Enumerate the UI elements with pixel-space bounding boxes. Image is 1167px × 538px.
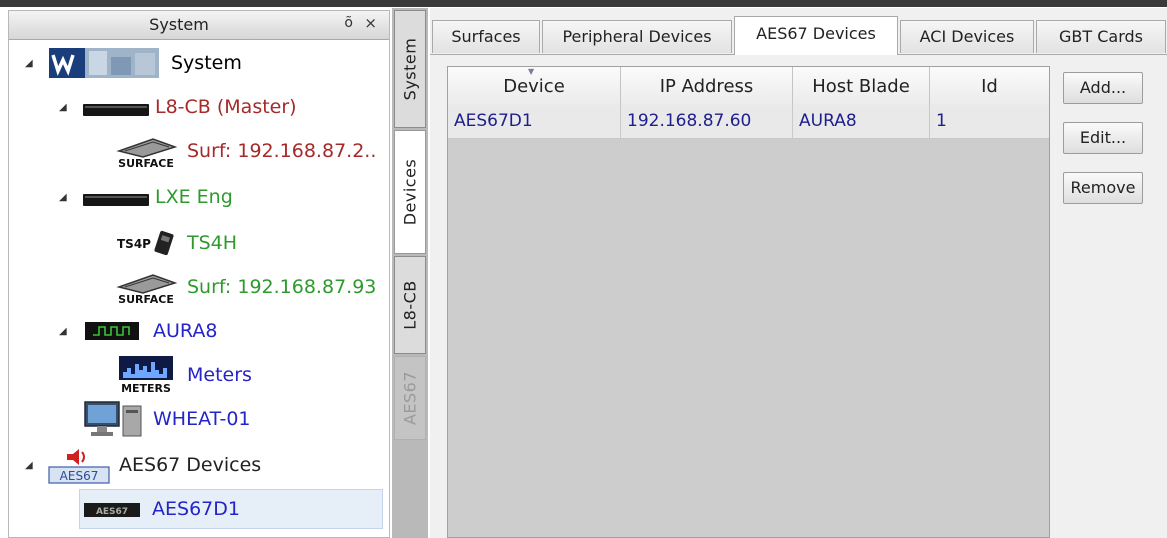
tree-item-label: System — [171, 52, 242, 74]
column-header-ip-address[interactable]: IP Address — [621, 67, 793, 105]
system-panel-header: System õ × — [9, 11, 389, 40]
expand-arrow-icon[interactable]: ◢ — [25, 58, 33, 69]
tree-item-label: LXE Eng — [155, 186, 233, 208]
svg-text:SURFACE: SURFACE — [118, 293, 174, 305]
edit-button[interactable]: Edit... — [1063, 122, 1143, 154]
aes67-device-icon: AES67 — [84, 502, 140, 517]
meters-icon: METERS — [117, 356, 175, 395]
tree-item-lxe-eng[interactable]: ◢ LXE Eng — [9, 177, 389, 217]
ts4p-icon: TS4P — [117, 228, 177, 258]
tree-item-label: WHEAT-01 — [153, 408, 251, 430]
aes67-devices-grid: ▼ Device IP Address Host Blade Id AES67D… — [447, 66, 1050, 538]
expand-arrow-icon[interactable]: ◢ — [25, 460, 33, 471]
devices-content: Surfaces Peripheral Devices AES67 Device… — [430, 8, 1167, 538]
grid-header: ▼ Device IP Address Host Blade Id — [448, 67, 1049, 106]
tab-gbt-cards[interactable]: GBT Cards — [1036, 20, 1166, 53]
tree-item-surface-1[interactable]: SURFACE Surf: 192.168.87.2.. — [9, 131, 389, 171]
tab-aes67-devices[interactable]: AES67 Devices — [734, 16, 898, 55]
vertical-tab-strip: System Devices L8-CB AES67 — [392, 8, 428, 538]
blade-device-icon — [83, 191, 149, 206]
tab-aci-devices[interactable]: ACI Devices — [900, 20, 1034, 53]
tree-item-label: Meters — [187, 364, 252, 386]
vtab-label: AES67 — [400, 370, 420, 426]
device-tab-bar: Surfaces Peripheral Devices AES67 Device… — [430, 16, 1167, 55]
computer-icon — [83, 400, 145, 438]
tree-item-meters[interactable]: METERS Meters — [9, 355, 389, 395]
tree-item-label: Surf: 192.168.87.2.. — [187, 140, 377, 162]
vtab-label: Devices — [400, 158, 420, 226]
vtab-label: System — [400, 37, 420, 101]
column-header-id[interactable]: Id — [930, 67, 1049, 105]
column-header-device[interactable]: ▼ Device — [448, 67, 621, 105]
expand-arrow-icon[interactable]: ◢ — [59, 102, 67, 113]
tree-item-label: L8-CB (Master) — [155, 96, 297, 118]
aura-device-icon — [85, 322, 139, 340]
tree-item-label: AES67D1 — [152, 498, 240, 520]
tree-item-ts4h[interactable]: TS4P TS4H — [9, 223, 389, 263]
tab-peripheral-devices[interactable]: Peripheral Devices — [542, 20, 732, 53]
tree-item-aes67d1[interactable]: AES67 AES67D1 — [79, 489, 383, 529]
cell-device: AES67D1 — [448, 105, 621, 138]
vtab-label: L8-CB — [400, 280, 420, 330]
svg-text:SURFACE: SURFACE — [118, 157, 174, 169]
system-panel: System õ × ◢ System ◢ L8-CB (Master) SUR… — [8, 10, 390, 538]
tree-item-aura8[interactable]: ◢ AURA8 — [9, 311, 389, 351]
svg-text:METERS: METERS — [121, 382, 171, 394]
remove-button[interactable]: Remove — [1063, 172, 1143, 204]
system-panel-title: System — [149, 15, 209, 34]
vtab-l8-cb[interactable]: L8-CB — [394, 256, 426, 354]
column-header-label: Device — [503, 76, 565, 97]
tree-item-label: AES67 Devices — [119, 454, 262, 476]
tree-item-wheat-01[interactable]: WHEAT-01 — [9, 399, 389, 439]
vtab-aes67[interactable]: AES67 — [394, 356, 426, 440]
column-header-host-blade[interactable]: Host Blade — [793, 67, 930, 105]
cell-ip-address: 192.168.87.60 — [621, 105, 793, 138]
tree-item-surface-2[interactable]: SURFACE Surf: 192.168.87.93 — [9, 267, 389, 307]
table-row[interactable]: AES67D1 192.168.87.60 AURA8 1 — [448, 105, 1049, 139]
sort-indicator-icon: ▼ — [528, 67, 535, 76]
svg-text:AES67: AES67 — [96, 507, 128, 517]
cell-host-blade: AURA8 — [793, 105, 930, 138]
tree-item-label: TS4H — [187, 232, 238, 254]
close-icon[interactable]: × — [364, 14, 377, 32]
expand-arrow-icon[interactable]: ◢ — [59, 192, 67, 203]
wheatstone-logo-icon — [49, 48, 159, 78]
aes67-speaker-icon: AES67 — [47, 446, 111, 484]
tab-surfaces[interactable]: Surfaces — [432, 20, 540, 53]
surface-icon: SURFACE — [113, 269, 179, 306]
surface-icon: SURFACE — [113, 133, 179, 170]
tree-item-system[interactable]: ◢ System — [9, 43, 389, 83]
vtab-devices[interactable]: Devices — [394, 130, 426, 254]
vtab-system[interactable]: System — [394, 10, 426, 128]
expand-arrow-icon[interactable]: ◢ — [59, 326, 67, 337]
add-button[interactable]: Add... — [1063, 72, 1143, 104]
tree-item-label: AURA8 — [153, 320, 218, 342]
tree-item-l8-cb[interactable]: ◢ L8-CB (Master) — [9, 87, 389, 127]
tree-item-label: Surf: 192.168.87.93 — [187, 276, 377, 298]
svg-text:AES67: AES67 — [60, 469, 99, 483]
window-top-border — [0, 0, 1167, 7]
blade-device-icon — [83, 101, 149, 116]
cell-id: 1 — [936, 111, 947, 131]
tree-item-aes67-devices[interactable]: ◢ AES67 AES67 Devices — [9, 445, 389, 485]
svg-text:TS4P: TS4P — [117, 237, 151, 251]
pin-icon[interactable]: õ — [344, 15, 353, 31]
